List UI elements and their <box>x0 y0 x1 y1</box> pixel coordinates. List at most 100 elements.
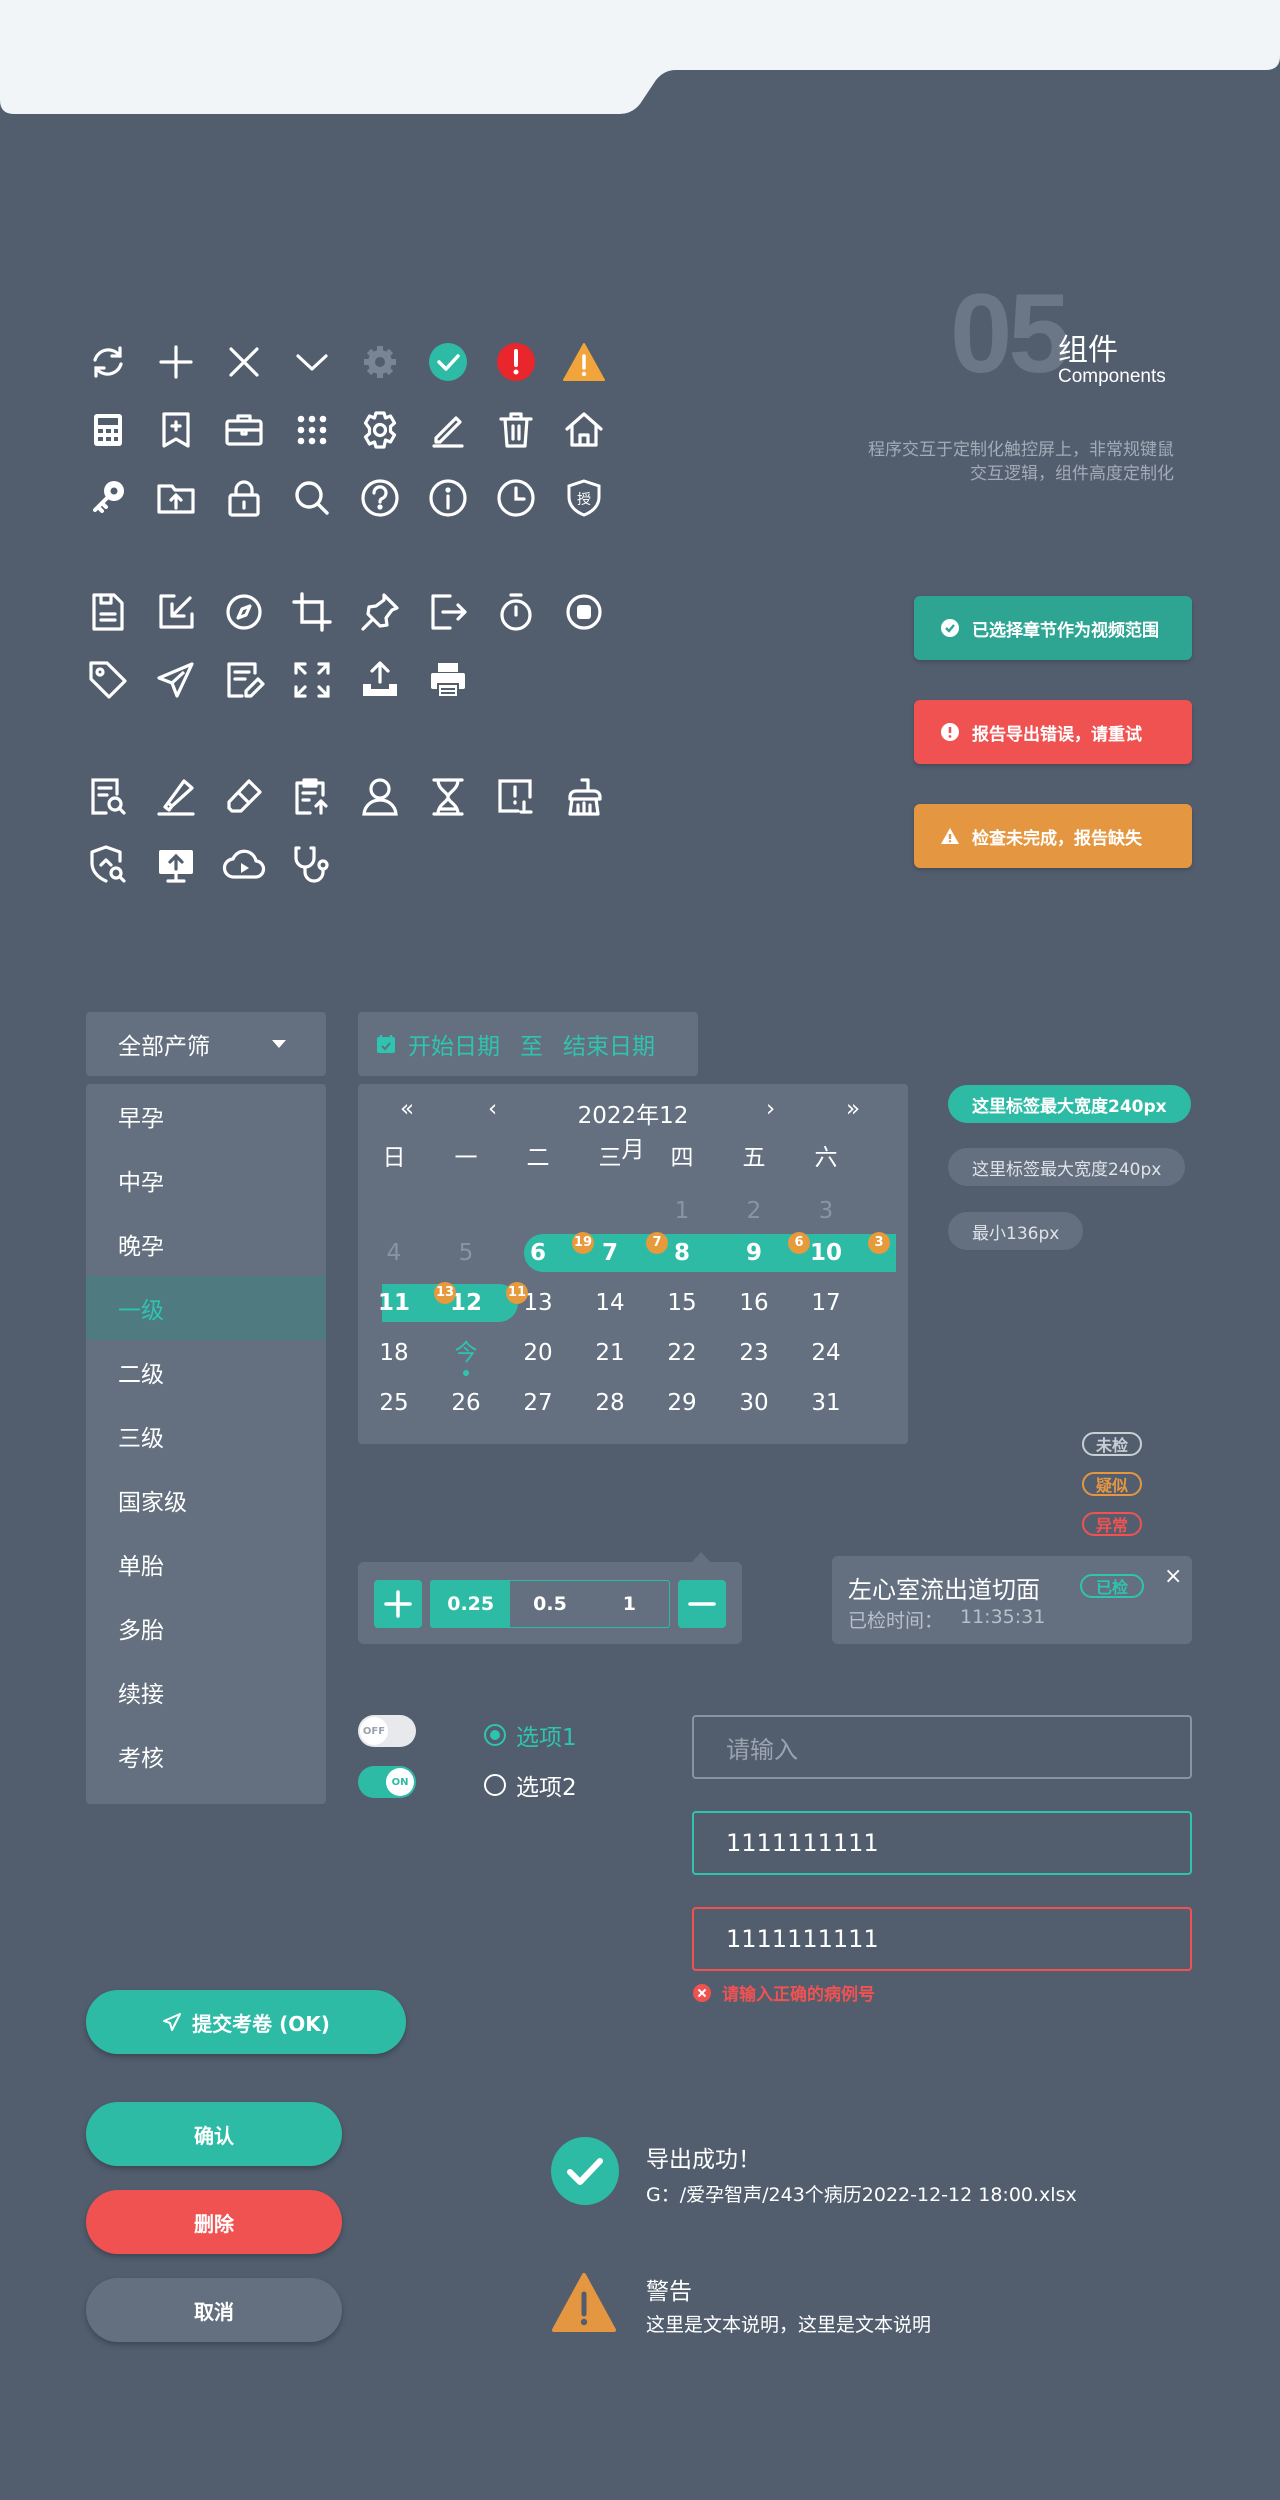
stethoscope-icon[interactable] <box>290 843 334 887</box>
error-circle-icon[interactable] <box>494 340 538 384</box>
briefcase-icon[interactable] <box>222 408 266 452</box>
info-circle-icon[interactable] <box>426 476 470 520</box>
date-range-picker[interactable]: 开始日期 至 结束日期 <box>358 1012 698 1076</box>
settings-icon[interactable] <box>358 408 402 452</box>
calendar-day[interactable]: 26 <box>430 1386 502 1420</box>
increase-button[interactable] <box>374 1580 422 1628</box>
pin-icon[interactable] <box>358 590 402 634</box>
tag-icon[interactable] <box>86 658 130 702</box>
home-icon[interactable] <box>562 408 606 452</box>
calendar-day[interactable]: 2 <box>718 1194 790 1228</box>
dropdown-option[interactable]: 单胎 <box>86 1532 326 1596</box>
clipboard-upload-icon[interactable] <box>290 775 334 819</box>
dropdown-option[interactable]: 多胎 <box>86 1596 326 1660</box>
edit-pen-icon[interactable] <box>426 408 470 452</box>
calendar-day-selected[interactable]: 11 <box>358 1286 430 1320</box>
compass-icon[interactable] <box>222 590 266 634</box>
calendar-day[interactable]: 15 <box>646 1286 718 1320</box>
start-date[interactable]: 开始日期 <box>408 1027 500 1061</box>
next-month-button[interactable]: › <box>766 1096 775 1122</box>
calendar-day-selected[interactable]: 6 <box>502 1236 574 1270</box>
zoom-option-active[interactable]: 0.25 <box>431 1581 511 1627</box>
calendar-day[interactable]: 30 <box>718 1386 790 1420</box>
chevron-down-icon[interactable] <box>290 340 334 384</box>
next-year-button[interactable]: » <box>846 1096 860 1122</box>
logout-icon[interactable] <box>426 590 470 634</box>
hourglass-icon[interactable] <box>426 775 470 819</box>
calendar-day[interactable]: 3 <box>790 1194 862 1228</box>
eraser-icon[interactable] <box>222 775 266 819</box>
calculator-icon[interactable] <box>86 408 130 452</box>
text-input-empty[interactable]: 请输入 <box>692 1715 1192 1779</box>
calendar-day[interactable]: 20 <box>502 1336 574 1370</box>
calendar-day[interactable]: 14 <box>574 1286 646 1320</box>
calendar-day[interactable]: 1 <box>646 1194 718 1228</box>
clock-icon[interactable] <box>494 476 538 520</box>
close-icon[interactable] <box>222 340 266 384</box>
dropdown-option[interactable]: 晚孕 <box>86 1212 326 1276</box>
grid-dots-icon[interactable] <box>290 408 334 452</box>
crop-icon[interactable] <box>290 590 334 634</box>
text-input-error[interactable]: 1111111111 <box>692 1907 1192 1971</box>
dropdown-option[interactable]: 早孕 <box>86 1084 326 1148</box>
plus-icon[interactable] <box>154 340 198 384</box>
calendar-day[interactable]: 18 <box>358 1336 430 1370</box>
calendar-day[interactable]: 25 <box>358 1386 430 1420</box>
dropdown-option-active[interactable]: 一级 <box>86 1276 326 1340</box>
cleaning-brush-icon[interactable] <box>562 775 606 819</box>
report-alert-icon[interactable] <box>494 775 538 819</box>
toggle-off[interactable]: OFF <box>358 1715 416 1747</box>
end-date[interactable]: 结束日期 <box>563 1027 655 1061</box>
folder-upload-icon[interactable] <box>154 476 198 520</box>
dropdown-option[interactable]: 中孕 <box>86 1148 326 1212</box>
key-icon[interactable] <box>86 476 130 520</box>
cloud-play-icon[interactable] <box>222 843 266 887</box>
text-input-focused[interactable]: 1111111111 <box>692 1811 1192 1875</box>
trash-icon[interactable] <box>494 408 538 452</box>
calendar-today[interactable]: 今 <box>430 1336 502 1370</box>
calendar-day[interactable]: 28 <box>574 1386 646 1420</box>
upload-tray-icon[interactable] <box>358 658 402 702</box>
save-file-icon[interactable] <box>86 590 130 634</box>
calendar-day-selected[interactable]: 9 <box>718 1236 790 1270</box>
calendar-day[interactable]: 31 <box>790 1386 862 1420</box>
calendar-day[interactable]: 23 <box>718 1336 790 1370</box>
prev-month-button[interactable]: ‹ <box>488 1096 497 1122</box>
stop-circle-icon[interactable] <box>562 590 606 634</box>
refresh-icon[interactable] <box>86 340 130 384</box>
fullscreen-icon[interactable] <box>290 658 334 702</box>
prev-year-button[interactable]: « <box>400 1096 414 1122</box>
help-circle-icon[interactable] <box>358 476 402 520</box>
cancel-button[interactable]: 取消 <box>86 2278 342 2342</box>
dropdown-option[interactable]: 国家级 <box>86 1468 326 1532</box>
highlighter-icon[interactable] <box>154 775 198 819</box>
radio-option-1[interactable]: 选项1 <box>484 1718 577 1752</box>
dropdown-option[interactable]: 三级 <box>86 1404 326 1468</box>
send-icon[interactable] <box>154 658 198 702</box>
doc-search-icon[interactable] <box>86 775 130 819</box>
calendar-day[interactable]: 17 <box>790 1286 862 1320</box>
calendar-day[interactable]: 22 <box>646 1336 718 1370</box>
search-icon[interactable] <box>290 476 334 520</box>
calendar-day[interactable]: 16 <box>718 1286 790 1320</box>
dropdown-option[interactable]: 续接 <box>86 1660 326 1724</box>
calendar-day[interactable]: 29 <box>646 1386 718 1420</box>
timer-icon[interactable] <box>494 590 538 634</box>
warning-triangle-icon[interactable] <box>562 340 606 384</box>
zoom-option[interactable]: 1 <box>590 1581 669 1627</box>
calendar-day[interactable]: 27 <box>502 1386 574 1420</box>
submit-exam-button[interactable]: 提交考卷 (OK) <box>86 1990 406 2054</box>
calendar-day[interactable]: 4 <box>358 1236 430 1270</box>
user-icon[interactable] <box>358 775 402 819</box>
note-edit-icon[interactable] <box>222 658 266 702</box>
calendar-day[interactable]: 24 <box>790 1336 862 1370</box>
delete-button[interactable]: 删除 <box>86 2190 342 2254</box>
close-icon[interactable]: × <box>1164 1564 1182 1589</box>
check-circle-icon[interactable] <box>426 340 470 384</box>
bookmark-icon[interactable] <box>154 408 198 452</box>
dropdown-option[interactable]: 考核 <box>86 1724 326 1788</box>
gear-icon[interactable] <box>358 340 402 384</box>
monitor-upload-icon[interactable] <box>154 843 198 887</box>
lock-icon[interactable] <box>222 476 266 520</box>
dropdown-option[interactable]: 二级 <box>86 1340 326 1404</box>
